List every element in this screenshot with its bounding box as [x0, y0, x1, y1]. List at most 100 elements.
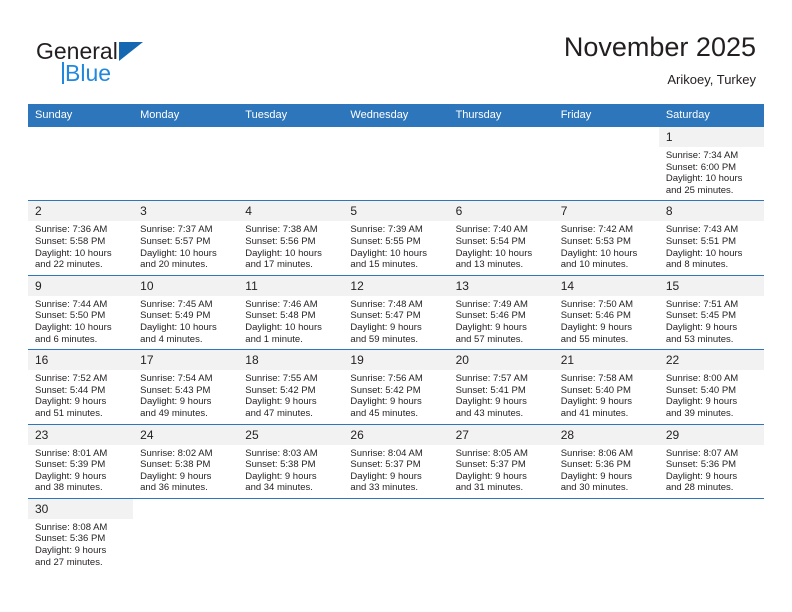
sunrise-text: Sunrise: 7:51 AM [665, 298, 739, 310]
calendar-header-row: Sunday Monday Tuesday Wednesday Thursday… [28, 104, 764, 127]
calendar-page: General Blue November 2025 Arikoey, Turk… [0, 0, 792, 612]
calendar-day-cell[interactable]: 22 Sunrise: 8:00 AM Sunset: 5:40 PM Dayligh… [658, 349, 764, 424]
day-details: Sunrise: 7:42 AM Sunset: 5:53 PM Daylight:… [554, 221, 659, 274]
calendar-day-cell[interactable]: 15 Sunrise: 7:51 AM Sunset: 5:45 PM Dayligh… [658, 274, 764, 350]
calendar-day-cell[interactable]: 2 Sunrise: 7:36 AM Sunset: 5:58 PM Daylight… [28, 200, 134, 276]
sunrise-text: Sunrise: 7:57 AM [455, 373, 528, 385]
daylight-text-line2: and 25 minutes. [665, 184, 734, 196]
day-number: 26 [343, 424, 449, 445]
calendar-day-cell[interactable]: 11 Sunrise: 7:46 AM Sunset: 5:48 PM Dayligh… [238, 274, 344, 350]
calendar-day-cell[interactable]: 14 Sunrise: 7:50 AM Sunset: 5:46 PM Dayligh… [553, 274, 659, 350]
daylight-text-line1: Daylight: 10 hours [560, 247, 638, 259]
sunrise-text: Sunrise: 7:50 AM [560, 298, 634, 310]
calendar-week-row: 2 Sunrise: 7:36 AM Sunset: 5:58 PM Daylight… [28, 200, 764, 276]
day-number: 19 [343, 350, 449, 371]
sunrise-text: Sunrise: 7:58 AM [560, 373, 634, 385]
calendar-grid: Sunday Monday Tuesday Wednesday Thursday… [28, 104, 764, 573]
day-details: Sunrise: 7:43 AM Sunset: 5:51 PM Daylight:… [659, 221, 764, 274]
sunset-text: Sunset: 5:37 PM [350, 459, 421, 471]
daylight-text-line1: Daylight: 9 hours [35, 396, 107, 408]
weekday-header-friday: Friday [553, 104, 659, 127]
sunset-text: Sunset: 5:54 PM [455, 235, 526, 247]
daylight-text-line1: Daylight: 10 hours [35, 247, 112, 259]
calendar-week-row: 23 Sunrise: 8:01 AM Sunset: 5:39 PM Dayligh… [28, 423, 764, 499]
calendar-day-cell[interactable]: 26 Sunrise: 8:04 AM Sunset: 5:37 PM Dayligh… [343, 423, 449, 499]
calendar-day-cell[interactable]: 21 Sunrise: 7:58 AM Sunset: 5:40 PM Dayligh… [553, 349, 659, 424]
calendar-day-cell[interactable]: 1 Sunrise: 7:34 AM Sunset: 6:00 PM Daylight… [658, 125, 764, 201]
daylight-text-line2: and 17 minutes. [245, 259, 313, 271]
sunrise-text: Sunrise: 7:39 AM [350, 224, 423, 236]
daylight-text-line1: Daylight: 9 hours [350, 321, 422, 333]
daylight-text-line2: and 15 minutes. [350, 259, 419, 271]
sunrise-text: Sunrise: 7:37 AM [140, 224, 213, 236]
daylight-text-line2: and 57 minutes. [455, 333, 524, 345]
calendar-day-cell[interactable]: 24 Sunrise: 8:02 AM Sunset: 5:38 PM Dayligh… [133, 423, 239, 499]
sunset-text: Sunset: 5:45 PM [665, 310, 737, 322]
calendar-day-cell[interactable]: 7 Sunrise: 7:42 AM Sunset: 5:53 PM Daylight… [553, 200, 659, 276]
calendar-empty-cell [238, 497, 344, 573]
calendar-day-cell[interactable]: 23 Sunrise: 8:01 AM Sunset: 5:39 PM Dayligh… [28, 423, 134, 499]
calendar-day-cell[interactable]: 18 Sunrise: 7:55 AM Sunset: 5:42 PM Dayligh… [238, 349, 344, 424]
calendar-day-cell[interactable]: 9 Sunrise: 7:44 AM Sunset: 5:50 PM Daylight… [28, 274, 134, 350]
day-number: 12 [343, 275, 449, 296]
calendar-day-cell[interactable]: 10 Sunrise: 7:45 AM Sunset: 5:49 PM Dayligh… [133, 274, 239, 350]
daylight-text-line1: Daylight: 10 hours [140, 247, 217, 259]
day-details: Sunrise: 8:04 AM Sunset: 5:37 PM Daylight:… [343, 445, 448, 498]
calendar-week-row: 1 Sunrise: 7:34 AM Sunset: 6:00 PM Daylight… [28, 125, 764, 201]
calendar-day-cell[interactable]: 16 Sunrise: 7:52 AM Sunset: 5:44 PM Dayligh… [28, 349, 134, 424]
sunrise-text: Sunrise: 7:38 AM [245, 224, 318, 236]
day-details: Sunrise: 8:06 AM Sunset: 5:36 PM Daylight:… [554, 445, 659, 498]
daylight-text-line1: Daylight: 9 hours [245, 470, 317, 482]
title-block: November 2025 Arikoey, Turkey [564, 30, 756, 90]
calendar-day-cell[interactable]: 28 Sunrise: 8:06 AM Sunset: 5:36 PM Dayligh… [553, 423, 659, 499]
day-details: Sunrise: 8:03 AM Sunset: 5:38 PM Daylight:… [238, 445, 343, 498]
day-number: 8 [658, 201, 764, 222]
daylight-text-line2: and 38 minutes. [35, 482, 103, 494]
daylight-text-line1: Daylight: 9 hours [350, 470, 422, 482]
calendar-day-cell[interactable]: 13 Sunrise: 7:49 AM Sunset: 5:46 PM Dayligh… [448, 274, 554, 350]
daylight-text-line2: and 4 minutes. [140, 333, 203, 345]
calendar-day-cell[interactable]: 17 Sunrise: 7:54 AM Sunset: 5:43 PM Dayligh… [133, 349, 239, 424]
daylight-text-line2: and 28 minutes. [665, 482, 734, 494]
day-number: 14 [553, 275, 659, 296]
sunrise-text: Sunrise: 8:02 AM [140, 447, 213, 459]
daylight-text-line2: and 55 minutes. [560, 333, 629, 345]
sunrise-text: Sunrise: 7:42 AM [560, 224, 634, 236]
sunset-text: Sunset: 5:42 PM [350, 384, 421, 396]
page-title: November 2025 [563, 32, 756, 62]
sunset-text: Sunset: 5:53 PM [560, 235, 631, 247]
calendar-week-row: 16 Sunrise: 7:52 AM Sunset: 5:44 PM Dayligh… [28, 349, 764, 424]
daylight-text-line2: and 47 minutes. [245, 407, 313, 419]
calendar-day-cell[interactable]: 29 Sunrise: 8:07 AM Sunset: 5:36 PM Dayligh… [658, 423, 764, 499]
calendar-day-cell[interactable]: 5 Sunrise: 7:39 AM Sunset: 5:55 PM Daylight… [343, 200, 449, 276]
daylight-text-line1: Daylight: 9 hours [455, 321, 527, 333]
calendar-day-cell[interactable]: 25 Sunrise: 8:03 AM Sunset: 5:38 PM Dayligh… [238, 423, 344, 499]
day-number: 25 [238, 424, 344, 445]
daylight-text-line1: Daylight: 9 hours [140, 396, 212, 408]
day-number: 27 [448, 424, 554, 445]
daylight-text-line2: and 43 minutes. [455, 407, 524, 419]
sunset-text: Sunset: 5:36 PM [35, 533, 106, 545]
calendar-day-cell[interactable]: 3 Sunrise: 7:37 AM Sunset: 5:57 PM Daylight… [133, 200, 239, 276]
sunset-text: Sunset: 5:40 PM [665, 384, 737, 396]
calendar-day-cell[interactable]: 30 Sunrise: 8:08 AM Sunset: 5:36 PM Dayligh… [28, 497, 134, 573]
calendar-day-cell[interactable]: 12 Sunrise: 7:48 AM Sunset: 5:47 PM Dayligh… [343, 274, 449, 350]
daylight-text-line2: and 49 minutes. [140, 407, 208, 419]
calendar-empty-cell [28, 125, 134, 201]
calendar-day-cell[interactable]: 8 Sunrise: 7:43 AM Sunset: 5:51 PM Daylight… [658, 200, 764, 276]
sunset-text: Sunset: 5:51 PM [665, 235, 737, 247]
day-details: Sunrise: 7:55 AM Sunset: 5:42 PM Daylight:… [238, 370, 343, 423]
logo-divider-bar [62, 62, 64, 84]
calendar-day-cell[interactable]: 20 Sunrise: 7:57 AM Sunset: 5:41 PM Dayligh… [448, 349, 554, 424]
calendar-day-cell[interactable]: 4 Sunrise: 7:38 AM Sunset: 5:56 PM Daylight… [238, 200, 344, 276]
sunset-text: Sunset: 5:40 PM [560, 384, 631, 396]
daylight-text-line1: Daylight: 10 hours [665, 247, 743, 259]
day-details: Sunrise: 8:07 AM Sunset: 5:36 PM Daylight:… [659, 445, 764, 498]
calendar-day-cell[interactable]: 27 Sunrise: 8:05 AM Sunset: 5:37 PM Dayligh… [448, 423, 554, 499]
day-number: 9 [28, 275, 134, 296]
day-number: 16 [28, 350, 134, 371]
calendar-day-cell[interactable]: 6 Sunrise: 7:40 AM Sunset: 5:54 PM Daylight… [448, 200, 554, 276]
calendar-day-cell[interactable]: 19 Sunrise: 7:56 AM Sunset: 5:42 PM Dayligh… [343, 349, 449, 424]
sunset-text: Sunset: 5:58 PM [35, 235, 106, 247]
daylight-text-line1: Daylight: 10 hours [35, 321, 112, 333]
